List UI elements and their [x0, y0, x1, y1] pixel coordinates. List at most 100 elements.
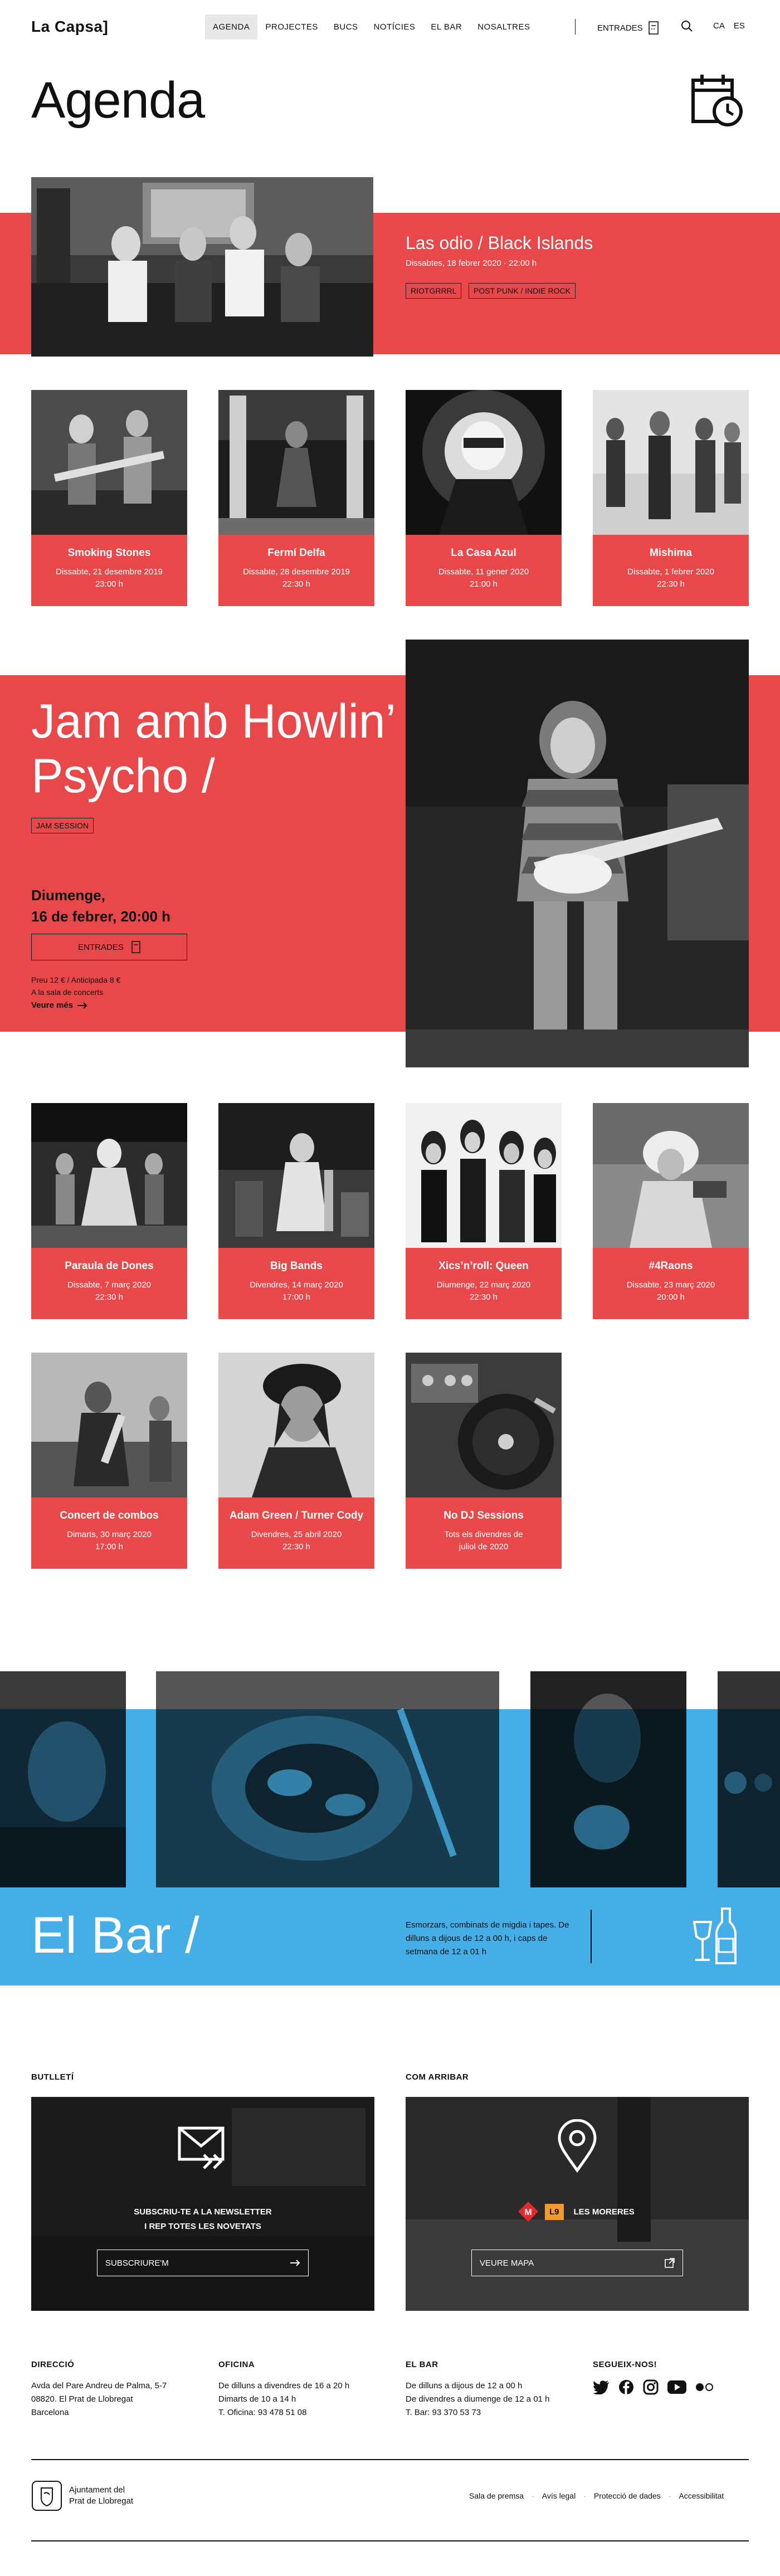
newsletter-label: BUTLLETÍ [31, 2072, 74, 2082]
logo[interactable]: La Capsa] [31, 18, 108, 36]
nav-agenda[interactable]: AGENDA [205, 14, 258, 40]
event-info: Big Bands Divendres, 14 març 2020 17:00 … [218, 1248, 374, 1319]
event-time: 22:30 h [469, 1292, 498, 1302]
phone-line[interactable]: T. Oficina: 93 478 51 08 [218, 2406, 386, 2419]
ajuntament-line: Ajuntament del [69, 2485, 125, 2495]
newsletter-line2: I REP TOTES LES NOVETATS [144, 2222, 261, 2231]
legal-links: Sala de premsa · Avís legal · Protecció … [469, 2491, 724, 2500]
event-card[interactable]: No DJ Sessions Tots els divendres de jul… [406, 1353, 562, 1569]
event-time: 22:30 h [95, 1292, 124, 1302]
event-card[interactable]: Xics’n’roll: Queen Diumenge, 22 març 202… [406, 1103, 562, 1319]
event-info: #4Raons Dissabte, 23 març 2020 20:00 h [593, 1248, 749, 1319]
big-date-day: Diumenge, [31, 887, 105, 904]
arrive-box[interactable]: M L9 LES MORERES VEURE MAPA [406, 2097, 749, 2311]
event-date: Divendres, 25 abril 2020 [251, 1530, 342, 1539]
newsletter-text: SUBSCRIU-TE A LA NEWSLETTER I REP TOTES … [31, 2205, 374, 2234]
twitter-icon[interactable] [593, 2380, 610, 2394]
event-date: Dissabte, 23 març 2020 [626, 1280, 715, 1290]
bar-description: Esmorzars, combinats de migdia i tapes. … [406, 1920, 569, 1957]
address-line: 08820. El Prat de Llobregat [31, 2394, 133, 2404]
featured-title[interactable]: Las odio / Black Islands [406, 233, 593, 253]
bar-title[interactable]: El Bar / [31, 1906, 199, 1965]
separator: · [583, 2491, 586, 2500]
ajuntament-line: Prat de Llobregat [69, 2496, 134, 2506]
link-accessibility[interactable]: Accessibilitat [679, 2491, 724, 2500]
flickr-icon[interactable] [695, 2383, 714, 2392]
event-title: Paraula de Dones [65, 1260, 154, 1272]
featured-tags: RIOTGRRRL POST PUNK / INDIE ROCK [406, 283, 580, 299]
event-card[interactable]: Big Bands Divendres, 14 març 2020 17:00 … [218, 1103, 374, 1319]
lang-ca[interactable]: CA [713, 21, 725, 31]
event-date: Dissabte, 7 març 2020 [67, 1280, 152, 1290]
see-more-link[interactable]: Veure més [31, 1001, 87, 1010]
event-time: juliol de 2020 [459, 1542, 509, 1552]
separator: · [532, 2491, 534, 2500]
event-image [31, 1103, 187, 1248]
see-map-button[interactable]: VEURE MAPA [471, 2250, 683, 2276]
event-image [406, 390, 562, 535]
calendar-clock-icon[interactable] [689, 71, 747, 132]
instagram-icon[interactable] [643, 2379, 659, 2395]
event-card[interactable]: Concert de combos Dimarts, 30 març 2020 … [31, 1353, 187, 1569]
link-data-protection[interactable]: Protecció de dades [594, 2491, 661, 2500]
youtube-icon[interactable] [667, 2380, 686, 2394]
phone-line[interactable]: T. Bar: 93 370 53 73 [406, 2406, 573, 2419]
mail-send-icon [177, 2126, 231, 2173]
bar-divider [591, 1910, 592, 1963]
link-press-room[interactable]: Sala de premsa [469, 2491, 524, 2500]
event-image [218, 390, 374, 535]
event-card[interactable]: La Casa Azul Dissabte, 11 gener 2020 21:… [406, 390, 562, 606]
bar-blue-overlay [0, 1709, 780, 1887]
footer-divider [31, 2459, 749, 2460]
tag-riotgrrrl[interactable]: RIOTGRRRL [406, 283, 462, 299]
see-map-label: VEURE MAPA [480, 2258, 534, 2268]
event-image [31, 1353, 187, 1497]
tag-post-punk[interactable]: POST PUNK / INDIE ROCK [468, 283, 576, 299]
footer-social: SEGUEIX-NOS! [593, 2360, 749, 2395]
ajuntament-logo[interactable]: Ajuntament del Prat de Llobregat [31, 2480, 133, 2511]
event-card[interactable]: Paraula de Dones Dissabte, 7 març 2020 2… [31, 1103, 187, 1319]
footer-direccio: DIRECCIÓ Avda del Pare Andreu de Palma, … [31, 2360, 198, 2419]
entrades-button-label: ENTRADES [78, 942, 124, 952]
nav-nosaltres[interactable]: NOSALTRES [470, 14, 538, 40]
big-feature-date: Diumenge, 16 de febrer, 20:00 h [31, 885, 170, 927]
entrades-link[interactable]: ENTRADES [597, 21, 659, 35]
newsletter-box[interactable]: SUBSCRIU-TE A LA NEWSLETTER I REP TOTES … [31, 2097, 374, 2311]
event-time: 22:30 h [282, 579, 311, 589]
metro-icon: M [518, 2202, 538, 2222]
lang-es[interactable]: ES [734, 21, 745, 31]
arrow-right-icon [290, 2260, 300, 2266]
event-image [31, 390, 187, 535]
svg-text:M: M [524, 2208, 532, 2217]
featured-image[interactable] [31, 177, 373, 357]
location-pin-icon [556, 2119, 598, 2175]
metro-info: M L9 LES MORERES [517, 2201, 635, 2223]
event-title: Fermí Delfa [267, 547, 325, 559]
facebook-icon[interactable] [618, 2379, 634, 2395]
arrow-right-icon [77, 1002, 87, 1009]
nav-bucs[interactable]: BUCS [326, 14, 366, 40]
event-card[interactable]: #4Raons Dissabte, 23 març 2020 20:00 h [593, 1103, 749, 1319]
link-legal-notice[interactable]: Avís legal [542, 2491, 576, 2500]
entrades-button[interactable]: ENTRADES [31, 934, 187, 960]
nav-el-bar[interactable]: EL BAR [423, 14, 470, 40]
tag-jam-session[interactable]: JAM SESSION [31, 818, 94, 833]
separator: · [668, 2491, 671, 2500]
event-info: No DJ Sessions Tots els divendres de jul… [406, 1497, 562, 1569]
nav-projectes[interactable]: PROJECTES [257, 14, 326, 40]
subscribe-button[interactable]: SUBSCRIURE'M [97, 2250, 309, 2276]
event-info: La Casa Azul Dissabte, 11 gener 2020 21:… [406, 535, 562, 606]
main-nav: AGENDA PROJECTES BUCS NOTÍCIES EL BAR NO… [205, 14, 538, 40]
language-switch: CA ES [713, 21, 745, 31]
event-image [218, 1103, 374, 1248]
event-image [593, 1103, 749, 1248]
event-date: Dissabte, 1 febrer 2020 [627, 567, 714, 577]
event-title: Concert de combos [60, 1510, 159, 1521]
event-card[interactable]: Adam Green / Turner Cody Divendres, 25 a… [218, 1353, 374, 1569]
event-card[interactable]: Smoking Stones Dissabte, 21 desembre 201… [31, 390, 187, 606]
nav-noticies[interactable]: NOTÍCIES [366, 14, 423, 40]
big-feature-title[interactable]: Jam amb Howlin’ Psycho / [31, 694, 533, 803]
event-card[interactable]: Fermí Delfa Dissabte, 28 desembre 2019 2… [218, 390, 374, 606]
search-icon[interactable] [681, 20, 693, 35]
event-card[interactable]: Mishima Dissabte, 1 febrer 2020 22:30 h [593, 390, 749, 606]
